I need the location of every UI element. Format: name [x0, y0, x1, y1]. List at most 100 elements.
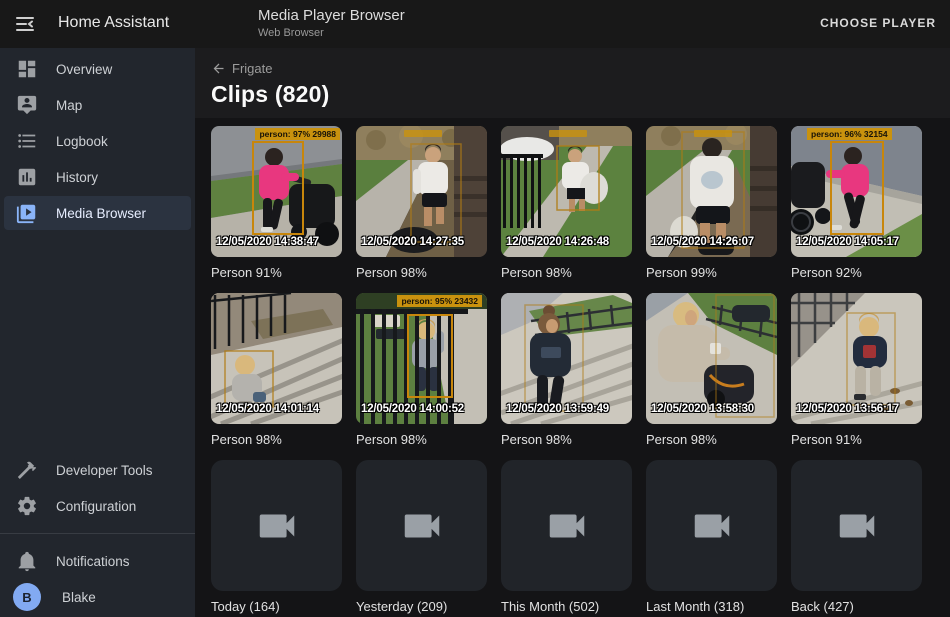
play-box-multiple-icon — [16, 202, 38, 224]
clip-label: Person 92% — [791, 265, 922, 280]
detection-tag-small — [549, 130, 587, 137]
top-app-bar: Home Assistant Media Player Browser Web … — [0, 0, 950, 48]
clip-timestamp: 12/05/2020 14:26:48 — [506, 236, 609, 248]
video-camera-icon — [689, 503, 735, 549]
detection-tag-small — [694, 130, 732, 137]
clip-thumbnail: 12/05/2020 13:56:17 — [791, 293, 922, 424]
detection-tag: person: 96% 32154 — [807, 128, 892, 140]
clip-thumbnail: 12/05/2020 13:58:30 — [646, 293, 777, 424]
folder-card-yesterday[interactable]: Yesterday (209) — [356, 460, 487, 617]
sidebar-item-media-browser[interactable]: Media Browser — [4, 196, 191, 230]
video-camera-icon — [254, 503, 300, 549]
folder-label: Back (427) — [791, 599, 922, 614]
folder-card-this-month[interactable]: This Month (502) — [501, 460, 632, 617]
view-dashboard-icon — [16, 58, 38, 80]
sidebar-item-map[interactable]: Map — [0, 87, 195, 123]
clip-card[interactable]: person: 97% 29988 12/05/2020 14:38:47 Pe… — [211, 126, 342, 293]
detection-tag: person: 95% 23432 — [397, 295, 482, 307]
chart-box-icon — [16, 166, 38, 188]
clip-card[interactable]: 12/05/2020 13:58:30 Person 98% — [646, 293, 777, 460]
sidebar-item-overview[interactable]: Overview — [0, 51, 195, 87]
folder-card-last-month[interactable]: Last Month (318) — [646, 460, 777, 617]
sidebar: Overview Map Logbook History Media Brows… — [0, 48, 195, 617]
sidebar-item-label: Notifications — [56, 554, 130, 569]
sidebar-item-notifications[interactable]: Notifications — [0, 543, 195, 579]
clip-card[interactable]: 12/05/2020 13:59:49 Person 98% — [501, 293, 632, 460]
folder-label: Yesterday (209) — [356, 599, 487, 614]
sidebar-item-label: Map — [56, 98, 82, 113]
sidebar-item-label: History — [56, 170, 98, 185]
web-browser-subtitle: Web Browser — [258, 27, 405, 39]
tooltip-account-icon — [16, 94, 38, 116]
menu-collapse-icon — [13, 12, 37, 36]
clip-thumbnail: person: 97% 29988 12/05/2020 14:38:47 — [211, 126, 342, 257]
clip-thumbnail: 12/05/2020 14:27:35 — [356, 126, 487, 257]
clip-timestamp: 12/05/2020 14:01:14 — [216, 403, 319, 415]
clip-label: Person 98% — [211, 432, 342, 447]
clip-timestamp: 12/05/2020 14:38:47 — [216, 236, 319, 248]
page-title: Clips (820) — [211, 81, 330, 108]
hammer-icon — [16, 459, 38, 481]
bell-icon — [16, 550, 38, 572]
clip-card[interactable]: 12/05/2020 14:01:14 Person 98% — [211, 293, 342, 460]
sidebar-item-label: Developer Tools — [56, 463, 153, 478]
detection-tag: person: 97% 29988 — [255, 128, 340, 140]
clip-thumbnail: 12/05/2020 14:01:14 — [211, 293, 342, 424]
clip-label: Person 98% — [501, 265, 632, 280]
clip-thumbnail: person: 95% 23432 12/05/2020 14:00:52 — [356, 293, 487, 424]
sidebar-item-developer-tools[interactable]: Developer Tools — [0, 452, 195, 488]
sidebar-item-label: Logbook — [56, 134, 108, 149]
clip-timestamp: 12/05/2020 14:05:17 — [796, 236, 899, 248]
back-arrow-icon — [211, 61, 226, 76]
folder-card-today[interactable]: Today (164) — [211, 460, 342, 617]
clip-label: Person 99% — [646, 265, 777, 280]
home-assistant-app: Home Assistant Media Player Browser Web … — [0, 0, 950, 617]
clip-label: Person 98% — [356, 265, 487, 280]
clip-card[interactable]: 12/05/2020 13:56:17 Person 91% — [791, 293, 922, 460]
media-player-browser-title: Media Player Browser — [258, 7, 405, 24]
clip-grid: person: 97% 29988 12/05/2020 14:38:47 Pe… — [211, 126, 922, 617]
video-camera-icon — [834, 503, 880, 549]
clip-thumbnail: 12/05/2020 14:26:48 — [501, 126, 632, 257]
clip-label: Person 98% — [646, 432, 777, 447]
sidebar-item-configuration[interactable]: Configuration — [0, 488, 195, 524]
avatar: B — [13, 583, 41, 611]
clip-card[interactable]: 12/05/2020 14:26:48 Person 98% — [501, 126, 632, 293]
app-title: Home Assistant — [58, 14, 169, 32]
sidebar-item-logbook[interactable]: Logbook — [0, 123, 195, 159]
clip-thumbnail: 12/05/2020 14:26:07 — [646, 126, 777, 257]
sidebar-item-label: Media Browser — [56, 206, 146, 221]
sidebar-item-label: Overview — [56, 62, 112, 77]
choose-player-button[interactable]: CHOOSE PLAYER — [820, 16, 936, 30]
folder-label: This Month (502) — [501, 599, 632, 614]
clip-label: Person 98% — [356, 432, 487, 447]
user-name: Blake — [62, 590, 96, 605]
clip-timestamp: 12/05/2020 13:56:17 — [796, 403, 899, 415]
clip-card[interactable]: 12/05/2020 14:26:07 Person 99% — [646, 126, 777, 293]
breadcrumb-label: Frigate — [232, 61, 272, 76]
clip-thumbnail: person: 96% 32154 12/05/2020 14:05:17 — [791, 126, 922, 257]
clip-label: Person 98% — [501, 432, 632, 447]
folder-tile — [791, 460, 922, 591]
folder-card-back[interactable]: Back (427) — [791, 460, 922, 617]
clip-card[interactable]: person: 95% 23432 12/05/2020 14:00:52 Pe… — [356, 293, 487, 460]
folder-label: Last Month (318) — [646, 599, 777, 614]
clip-timestamp: 12/05/2020 13:58:30 — [651, 403, 754, 415]
folder-tile — [501, 460, 632, 591]
sidebar-item-history[interactable]: History — [0, 159, 195, 195]
video-camera-icon — [399, 503, 445, 549]
detection-tag-small — [404, 130, 442, 137]
clip-timestamp: 12/05/2020 13:59:49 — [506, 403, 609, 415]
sidebar-toggle-icon[interactable] — [13, 12, 37, 36]
page-title-block: Media Player Browser Web Browser — [258, 7, 405, 39]
breadcrumb-back[interactable]: Frigate — [211, 61, 272, 76]
format-list-bulleted-icon — [16, 130, 38, 152]
sidebar-item-user[interactable]: B Blake — [0, 579, 195, 615]
clip-card[interactable]: person: 96% 32154 12/05/2020 14:05:17 Pe… — [791, 126, 922, 293]
folder-tile — [356, 460, 487, 591]
media-browser-content: Frigate Clips (820) — [195, 48, 950, 617]
video-camera-icon — [544, 503, 590, 549]
sidebar-divider — [0, 533, 195, 534]
clip-label: Person 91% — [211, 265, 342, 280]
clip-card[interactable]: 12/05/2020 14:27:35 Person 98% — [356, 126, 487, 293]
